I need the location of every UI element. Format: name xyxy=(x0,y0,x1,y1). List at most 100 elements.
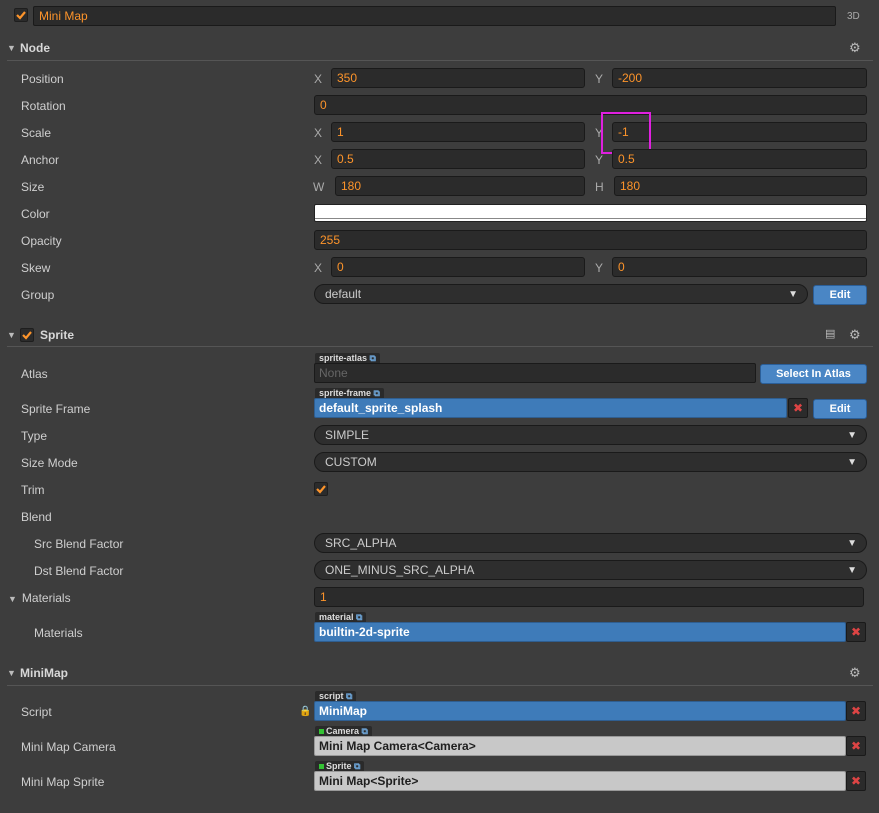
gear-icon[interactable]: ⚙ xyxy=(849,327,861,343)
anchor-label: Anchor xyxy=(21,153,60,167)
opacity-input[interactable]: 255 xyxy=(314,230,867,250)
sprite-section-header[interactable]: ▼ Sprite xyxy=(7,322,873,348)
group-select[interactable]: default ▼ xyxy=(314,284,808,304)
minimap-section-header[interactable]: ▼ MiniMap xyxy=(7,660,873,686)
material-asset-field[interactable]: builtin-2d-sprite xyxy=(314,622,846,642)
position-y-input[interactable]: -200 xyxy=(612,68,867,88)
x-axis-label: X xyxy=(314,153,323,167)
materials-count-input[interactable]: 1 xyxy=(314,587,864,607)
blend-label: Blend xyxy=(21,510,52,524)
y-axis-label: Y xyxy=(595,72,604,86)
mini-map-camera-label: Mini Map Camera xyxy=(21,740,116,754)
anchor-y-input[interactable]: 0.5 xyxy=(612,149,867,169)
book-icon[interactable]: ▤ xyxy=(825,327,835,340)
divider xyxy=(7,60,873,61)
gear-icon[interactable]: ⚙ xyxy=(849,40,861,56)
sprite-enabled-checkbox[interactable] xyxy=(20,328,34,342)
sprite-frame-edit-button[interactable]: Edit xyxy=(813,399,867,419)
group-select-value: default xyxy=(325,287,362,301)
sprite-frame-asset-field[interactable]: default_sprite_splash xyxy=(314,398,787,418)
src-blend-select[interactable]: SRC_ALPHA ▼ xyxy=(314,533,867,553)
external-link-icon: ⧉ xyxy=(356,612,363,622)
trim-label: Trim xyxy=(21,483,45,497)
materials-array-label[interactable]: ▼ Materials xyxy=(8,591,71,605)
3d-toggle[interactable]: 3D xyxy=(847,11,860,22)
size-h-input[interactable]: 180 xyxy=(614,176,867,196)
caret-down-icon: ▼ xyxy=(8,594,17,604)
group-edit-button[interactable]: Edit xyxy=(813,285,867,305)
component-icon xyxy=(319,764,324,769)
checkmark-icon xyxy=(16,11,26,20)
dropdown-arrow-icon: ▼ xyxy=(847,538,857,549)
caret-down-icon: ▼ xyxy=(7,330,16,340)
external-link-icon: ⧉ xyxy=(346,691,353,701)
rotation-input[interactable]: 0 xyxy=(314,95,867,115)
gear-icon[interactable]: ⚙ xyxy=(849,665,861,681)
materials-item-label: Materials xyxy=(34,626,83,640)
node-name-input[interactable]: Mini Map xyxy=(33,6,836,26)
dst-blend-select[interactable]: ONE_MINUS_SRC_ALPHA ▼ xyxy=(314,560,867,580)
x-axis-label: X xyxy=(314,126,323,140)
divider xyxy=(7,346,873,347)
skew-y-input[interactable]: 0 xyxy=(612,257,867,277)
section-title: Node xyxy=(20,41,50,55)
color-label: Color xyxy=(21,207,50,221)
script-label: Script xyxy=(21,705,52,719)
trim-checkbox[interactable] xyxy=(314,482,328,496)
clear-icon[interactable]: ✖ xyxy=(846,622,866,642)
scale-label: Scale xyxy=(21,126,52,140)
rotation-label: Rotation xyxy=(21,99,66,113)
mini-map-sprite-field[interactable]: Mini Map<Sprite> xyxy=(314,771,846,791)
group-label: Group xyxy=(21,288,55,302)
size-mode-select-value: CUSTOM xyxy=(325,455,377,469)
component-icon xyxy=(319,729,324,734)
external-link-icon: ⧉ xyxy=(369,353,376,363)
caret-down-icon: ▼ xyxy=(7,43,16,53)
clear-icon[interactable]: ✖ xyxy=(846,771,866,791)
color-picker[interactable] xyxy=(314,204,867,222)
position-label: Position xyxy=(21,72,64,86)
size-w-input[interactable]: 180 xyxy=(335,176,585,196)
size-label: Size xyxy=(21,180,45,194)
checkmark-icon xyxy=(22,331,32,340)
highlight-box xyxy=(601,112,651,154)
node-enabled-checkbox[interactable] xyxy=(14,8,28,22)
position-x-input[interactable]: 350 xyxy=(331,68,585,88)
skew-x-input[interactable]: 0 xyxy=(331,257,585,277)
y-axis-label: Y xyxy=(595,261,604,275)
x-axis-label: X xyxy=(314,72,323,86)
size-mode-select[interactable]: CUSTOM ▼ xyxy=(314,452,867,472)
dropdown-arrow-icon: ▼ xyxy=(847,457,857,468)
atlas-asset-field[interactable]: None xyxy=(314,363,756,383)
x-axis-label: X xyxy=(314,261,323,275)
section-title: Sprite xyxy=(40,328,75,342)
dst-blend-select-value: ONE_MINUS_SRC_ALPHA xyxy=(325,563,475,577)
divider xyxy=(7,685,873,686)
select-in-atlas-button[interactable]: Select In Atlas xyxy=(760,364,867,384)
clear-icon[interactable]: ✖ xyxy=(788,398,808,418)
checkmark-icon xyxy=(316,485,326,494)
h-axis-label: H xyxy=(595,180,604,194)
sprite-frame-label: Sprite Frame xyxy=(21,402,91,416)
opacity-label: Opacity xyxy=(21,234,62,248)
mini-map-camera-field[interactable]: Mini Map Camera<Camera> xyxy=(314,736,846,756)
scale-x-input[interactable]: 1 xyxy=(331,122,585,142)
size-mode-label: Size Mode xyxy=(21,456,78,470)
clear-icon[interactable]: ✖ xyxy=(846,701,866,721)
clear-icon[interactable]: ✖ xyxy=(846,736,866,756)
w-axis-label: W xyxy=(313,180,325,194)
mini-map-sprite-label: Mini Map Sprite xyxy=(21,775,105,789)
caret-down-icon: ▼ xyxy=(7,668,16,678)
section-title: MiniMap xyxy=(20,666,68,680)
atlas-label: Atlas xyxy=(21,367,48,381)
type-select[interactable]: SIMPLE ▼ xyxy=(314,425,867,445)
node-section-header[interactable]: ▼ Node xyxy=(7,35,873,61)
src-blend-select-value: SRC_ALPHA xyxy=(325,536,397,550)
dst-blend-label: Dst Blend Factor xyxy=(34,564,124,578)
src-blend-label: Src Blend Factor xyxy=(34,537,124,551)
y-axis-label: Y xyxy=(595,153,604,167)
type-label: Type xyxy=(21,429,48,443)
dropdown-arrow-icon: ▼ xyxy=(788,289,798,300)
script-asset-field[interactable]: MiniMap xyxy=(314,701,846,721)
anchor-x-input[interactable]: 0.5 xyxy=(331,149,585,169)
